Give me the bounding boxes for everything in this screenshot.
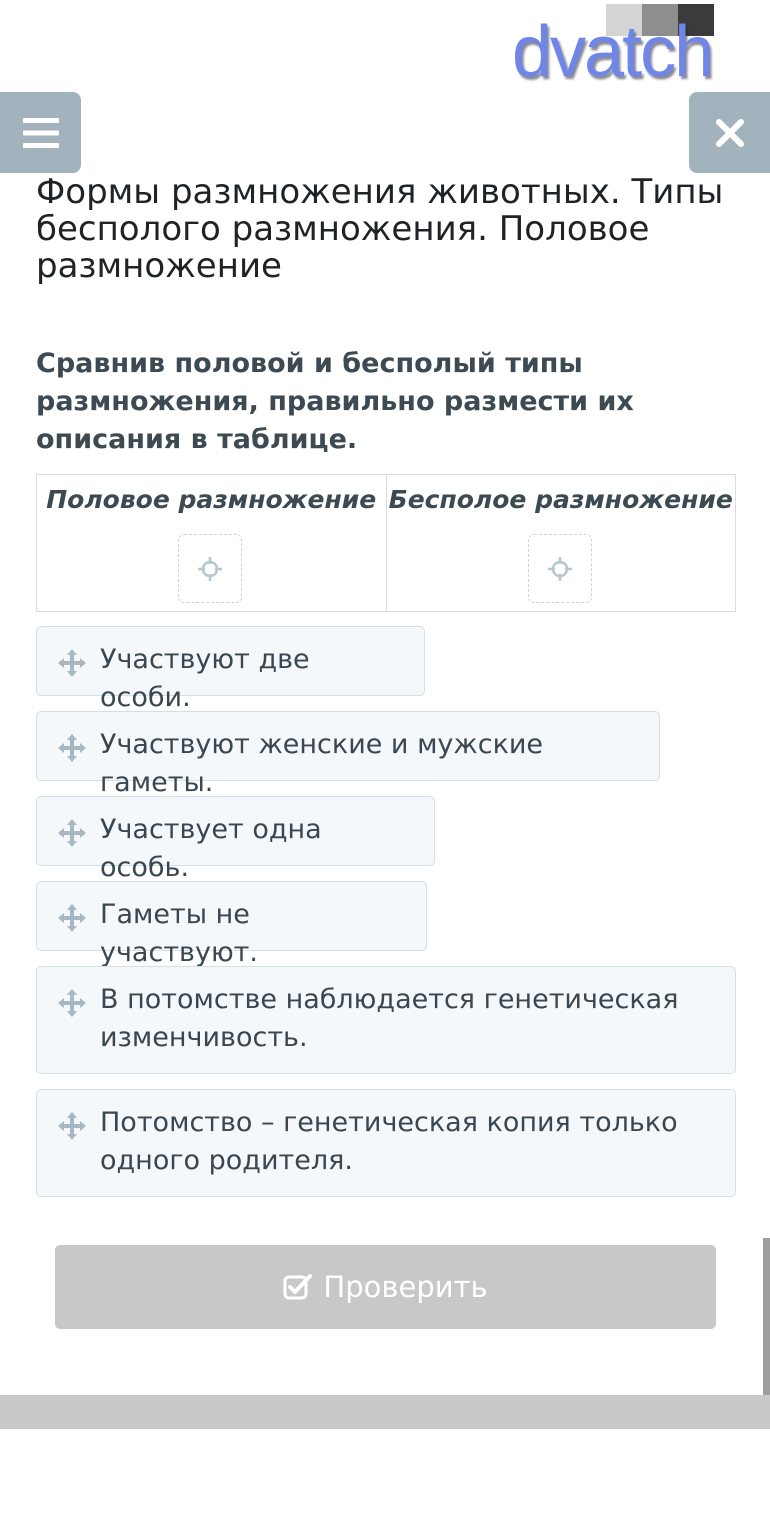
drop-zone[interactable] [178, 534, 243, 603]
crosshair-icon [547, 556, 572, 581]
check-button[interactable]: Проверить [55, 1245, 716, 1329]
draggable-card[interactable]: Участвуют две особи. [36, 626, 425, 713]
draggable-card[interactable]: В потомстве наблюдается генетическая изм… [36, 966, 736, 1074]
card-text: Гаметы не участвуют. [100, 899, 258, 968]
column-sexual-reproduction: Половое размножение [37, 475, 386, 611]
draggable-card[interactable]: Участвует одна особь. [36, 796, 435, 883]
drag-handle-icon [58, 649, 86, 677]
drag-handle-icon [58, 1112, 86, 1140]
card-text: Участвуют женские и мужские гаметы. [100, 729, 544, 798]
column-header: Бесполое размножение [388, 485, 733, 514]
page-title: Формы размножения животных. Типы бесполо… [36, 172, 724, 286]
draggable-card[interactable]: Участвуют женские и мужские гаметы. [36, 711, 660, 798]
menu-button[interactable] [0, 92, 81, 173]
column-asexual-reproduction: Бесполое размножение [385, 475, 736, 611]
drop-table: Половое размножение Бесполое размножение [36, 474, 736, 612]
checkbox-check-icon [283, 1273, 313, 1301]
drag-handle-icon [58, 904, 86, 932]
crosshair-icon [198, 556, 223, 581]
drop-zone[interactable] [527, 534, 592, 603]
card-text: В потомстве наблюдается генетическая изм… [100, 984, 679, 1053]
check-button-label: Проверить [323, 1270, 488, 1304]
question-text: Сравнив половой и бесполый типы размноже… [36, 348, 634, 455]
hamburger-icon [22, 117, 59, 148]
draggable-card[interactable]: Гаметы не участвуют. [36, 881, 427, 968]
card-text: Участвует одна особь. [100, 814, 322, 883]
close-icon [715, 118, 744, 147]
drag-handle-icon [58, 819, 86, 847]
close-button[interactable] [689, 92, 770, 173]
footer-band [0, 1395, 770, 1429]
bottom-area [0, 1429, 770, 1537]
draggable-card[interactable]: Потомство – генетическая копия только од… [36, 1089, 736, 1197]
card-text: Участвуют две особи. [100, 644, 310, 713]
column-header: Половое размножение [46, 485, 377, 514]
card-text: Потомство – генетическая копия только од… [100, 1107, 678, 1176]
watermark-text: dvatch [512, 12, 714, 92]
drag-handle-icon [58, 734, 86, 762]
drag-handle-icon [58, 989, 86, 1017]
